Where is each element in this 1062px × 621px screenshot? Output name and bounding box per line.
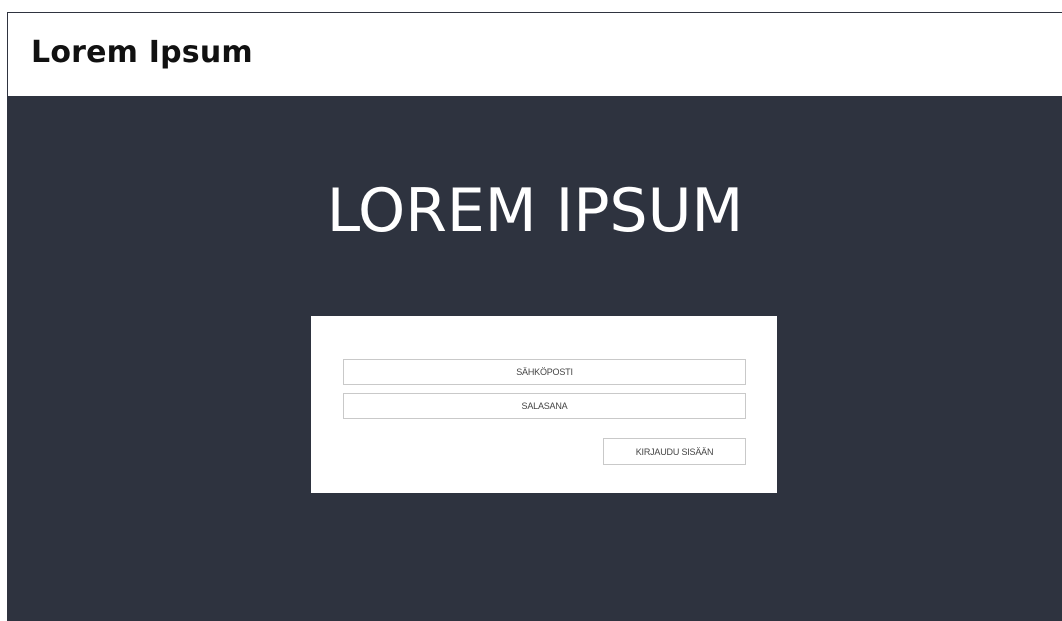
login-button[interactable]: KIRJAUDU SISÄÄN [603, 438, 746, 465]
password-field[interactable] [343, 393, 746, 419]
email-field[interactable] [343, 359, 746, 385]
app-window: Lorem Ipsum LOREM IPSUM KIRJAUDU SISÄÄN [7, 12, 1062, 621]
app-title: Lorem Ipsum [31, 34, 253, 70]
app-header: Lorem Ipsum [8, 13, 1062, 96]
hero-title: LOREM IPSUM [326, 176, 744, 246]
main-panel: LOREM IPSUM KIRJAUDU SISÄÄN [8, 96, 1062, 621]
login-card: KIRJAUDU SISÄÄN [311, 316, 777, 493]
